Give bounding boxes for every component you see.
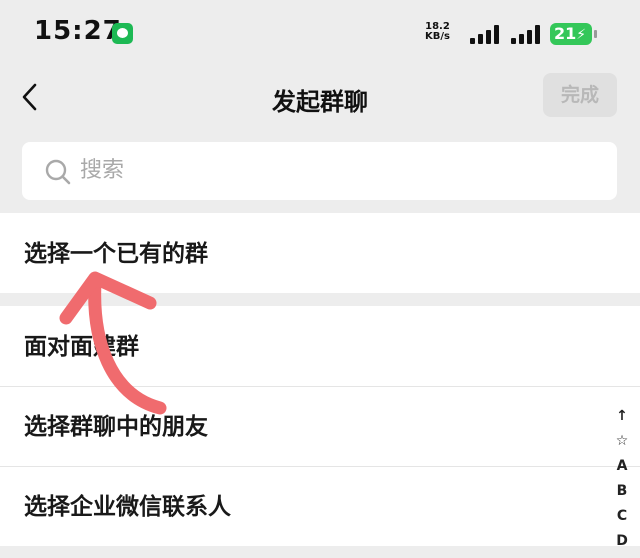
index-top[interactable]: ↑ [608,404,636,429]
select-wecom-contacts-item[interactable]: 选择企业微信联系人 [0,466,640,546]
select-friends-from-group-item[interactable]: 选择群聊中的朋友 [0,386,640,466]
status-time: 15:27 [34,16,122,46]
search-icon [45,159,71,185]
status-bar: 15:27 18.2 KB/s 21⚡ [0,0,640,66]
search-field[interactable]: 搜索 [22,142,617,200]
index-letter[interactable]: A [608,454,636,479]
battery-icon: 21⚡ [550,23,592,45]
index-letter[interactable]: B [608,479,636,504]
options-section: 面对面建群 选择群聊中的朋友 选择企业微信联系人 [0,306,640,546]
existing-group-section: 选择一个已有的群 [0,213,640,293]
done-button[interactable]: 完成 [543,73,617,117]
battery-cap [594,30,597,38]
search-input[interactable]: 搜索 [80,142,124,200]
wechat-notification-icon [112,23,133,44]
signal-icon [470,24,502,44]
signal-icon [511,24,543,44]
face-to-face-group-item[interactable]: 面对面建群 [0,306,640,386]
alphabet-index-bar[interactable]: ↑ ☆ A B C D [608,404,636,554]
network-speed: 18.2 KB/s [425,22,450,42]
index-letter[interactable]: C [608,504,636,529]
battery-level: 21 [554,24,577,43]
select-existing-group-item[interactable]: 选择一个已有的群 [0,213,640,293]
index-star[interactable]: ☆ [608,429,636,454]
network-speed-unit: KB/s [425,31,450,42]
index-letter[interactable]: D [608,529,636,554]
